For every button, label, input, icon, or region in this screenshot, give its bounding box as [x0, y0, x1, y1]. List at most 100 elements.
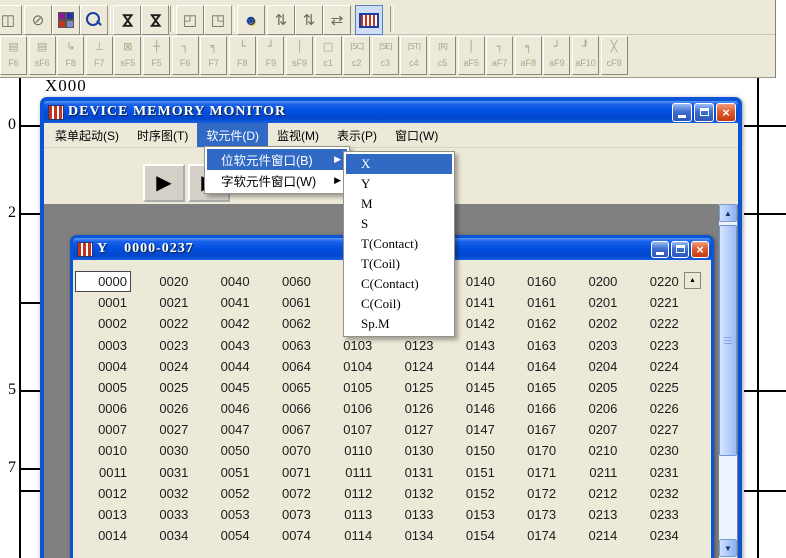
- delete-row-button[interactable]: ⇅: [295, 5, 323, 35]
- ladder-af7-button[interactable]: ┐aF7: [486, 36, 513, 75]
- device-cell[interactable]: 0103: [322, 338, 372, 355]
- device-cell[interactable]: 0173: [506, 507, 556, 524]
- device-cell[interactable]: 0110: [322, 443, 372, 460]
- device-cell[interactable]: 0001: [77, 295, 127, 312]
- device-cell[interactable]: 0133: [384, 507, 434, 524]
- ladder-c3-button[interactable]: [SE]c3: [372, 36, 399, 75]
- monitor-zoom-button[interactable]: [80, 5, 108, 35]
- device-cell[interactable]: 0125: [384, 380, 434, 397]
- ladder-f6-button[interactable]: ┐F6: [172, 36, 199, 75]
- ladder-f8-button[interactable]: └F8: [229, 36, 256, 75]
- device-cell[interactable]: 0023: [138, 338, 188, 355]
- menu-item-3[interactable]: 监视(M): [268, 123, 328, 147]
- device-cell[interactable]: 0040: [200, 274, 250, 291]
- device-cell[interactable]: 0154: [445, 528, 495, 545]
- ladder-f7-button[interactable]: ╕F7: [200, 36, 227, 75]
- monitor-window-titlebar[interactable]: DEVICE MEMORY MONITOR ×: [44, 101, 738, 123]
- device-cell[interactable]: 0147: [445, 422, 495, 439]
- ladder-sf6-button[interactable]: ▤sF6: [29, 36, 56, 75]
- menu-item-device[interactable]: 软元件(D): [197, 123, 268, 147]
- device-cell[interactable]: 0162: [506, 316, 556, 333]
- submenu-item-y[interactable]: Y: [346, 174, 452, 194]
- ladder-af5-button[interactable]: │aF5: [458, 36, 485, 75]
- ladder-f8-button[interactable]: ↳F8: [57, 36, 84, 75]
- ladder-af8-button[interactable]: ╕aF8: [515, 36, 542, 75]
- device-cell[interactable]: 0105: [322, 380, 372, 397]
- device-cell[interactable]: 0022: [138, 316, 188, 333]
- device-cell[interactable]: 0143: [445, 338, 495, 355]
- device-cell[interactable]: 0005: [77, 380, 127, 397]
- device-cell[interactable]: 0052: [200, 486, 250, 503]
- device-cell[interactable]: 0134: [384, 528, 434, 545]
- device-cell[interactable]: 0150: [445, 443, 495, 460]
- scroll-prev-button[interactable]: ⋈: [113, 5, 141, 35]
- device-cell[interactable]: 0034: [138, 528, 188, 545]
- device-cell[interactable]: 0030: [138, 443, 188, 460]
- ladder-cf9-button[interactable]: ╳cF9: [601, 36, 628, 75]
- device-cell[interactable]: 0145: [445, 380, 495, 397]
- edit-window-button[interactable]: ◫: [0, 5, 22, 35]
- device-cell[interactable]: 0146: [445, 401, 495, 418]
- device-cell[interactable]: 0066: [261, 401, 311, 418]
- device-cell[interactable]: 0127: [384, 422, 434, 439]
- device-cell[interactable]: 0152: [445, 486, 495, 503]
- ladder-f9-button[interactable]: ┘F9: [257, 36, 284, 75]
- grid-scroll-up-button[interactable]: ▲: [684, 272, 701, 289]
- submenu-item-ccoil[interactable]: C(Coil): [346, 294, 452, 314]
- device-cell[interactable]: 0042: [200, 316, 250, 333]
- device-cell[interactable]: 0050: [200, 443, 250, 460]
- device-cell[interactable]: 0071: [261, 465, 311, 482]
- device-cell[interactable]: 0161: [506, 295, 556, 312]
- device-cell[interactable]: 0206: [567, 401, 617, 418]
- scroll-up-button[interactable]: ▲: [719, 204, 737, 222]
- ladder-af9-button[interactable]: ┘aF9: [543, 36, 570, 75]
- device-cell[interactable]: 0231: [629, 465, 679, 482]
- device-cell[interactable]: 0041: [200, 295, 250, 312]
- submenu-item-m[interactable]: M: [346, 194, 452, 214]
- menu-item-bit-device-window[interactable]: 位软元件窗口(B)▶: [207, 149, 347, 170]
- device-cell[interactable]: 0172: [506, 486, 556, 503]
- program-monitor-button[interactable]: [52, 5, 80, 35]
- mdi-vertical-scrollbar[interactable]: ▲ ▼: [719, 204, 737, 558]
- device-cell[interactable]: 0167: [506, 422, 556, 439]
- device-cell[interactable]: 0214: [567, 528, 617, 545]
- device-cell[interactable]: 0232: [629, 486, 679, 503]
- device-cell[interactable]: 0002: [77, 316, 127, 333]
- device-cell[interactable]: 0026: [138, 401, 188, 418]
- submenu-item-ccontact[interactable]: C(Contact): [346, 274, 452, 294]
- device-cell[interactable]: 0067: [261, 422, 311, 439]
- device-cell[interactable]: 0165: [506, 380, 556, 397]
- device-cell[interactable]: 0061: [261, 295, 311, 312]
- device-cell[interactable]: 0212: [567, 486, 617, 503]
- insert-row-button[interactable]: ⇅: [267, 5, 295, 35]
- device-cell[interactable]: 0032: [138, 486, 188, 503]
- device-cell[interactable]: 0207: [567, 422, 617, 439]
- device-cell[interactable]: 0004: [77, 359, 127, 376]
- insert-column-button[interactable]: ⇄: [323, 5, 351, 35]
- device-cell[interactable]: 0114: [322, 528, 372, 545]
- ladder-f7-button[interactable]: ⊥F7: [86, 36, 113, 75]
- device-cell[interactable]: 0025: [138, 380, 188, 397]
- device-cell[interactable]: 0153: [445, 507, 495, 524]
- window-jump-source-button[interactable]: ◰: [176, 5, 204, 35]
- ladder-c2-button[interactable]: [SC]c2: [343, 36, 370, 75]
- find-device-button[interactable]: ☻: [237, 5, 265, 35]
- device-cell[interactable]: 0070: [261, 443, 311, 460]
- device-cell[interactable]: 0003: [77, 338, 127, 355]
- device-cell[interactable]: 0202: [567, 316, 617, 333]
- device-cell[interactable]: 0131: [384, 465, 434, 482]
- device-cell[interactable]: 0062: [261, 316, 311, 333]
- device-cell[interactable]: 0031: [138, 465, 188, 482]
- device-test-button[interactable]: ⊘: [24, 5, 52, 35]
- device-cell[interactable]: 0124: [384, 359, 434, 376]
- device-cell[interactable]: 0221: [629, 295, 679, 312]
- scrollbar-thumb[interactable]: [719, 225, 737, 456]
- minimize-button[interactable]: [672, 103, 692, 122]
- ladder-f5-button[interactable]: ┼F5: [143, 36, 170, 75]
- device-cell[interactable]: 0104: [322, 359, 372, 376]
- device-cell[interactable]: 0010: [77, 443, 127, 460]
- device-cell[interactable]: 0225: [629, 380, 679, 397]
- device-cell[interactable]: 0027: [138, 422, 188, 439]
- submenu-item-tcoil[interactable]: T(Coil): [346, 254, 452, 274]
- device-cell[interactable]: 0044: [200, 359, 250, 376]
